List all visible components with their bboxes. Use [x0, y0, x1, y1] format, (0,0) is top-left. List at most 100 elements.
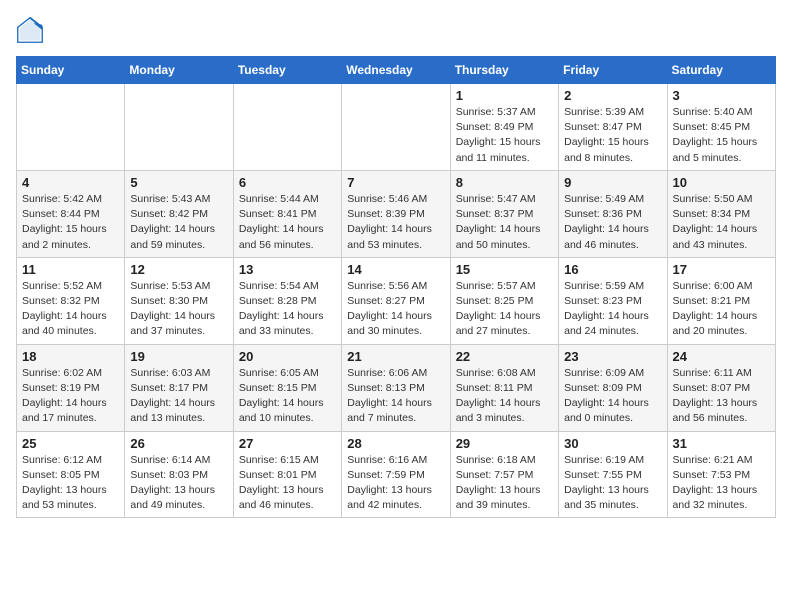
- day-number: 6: [239, 175, 336, 190]
- weekday-header-thursday: Thursday: [450, 57, 558, 84]
- day-number: 4: [22, 175, 119, 190]
- calendar-day-cell: 9 Sunrise: 5:49 AMSunset: 8:36 PMDaylight…: [559, 170, 667, 257]
- day-info: Sunrise: 5:46 AMSunset: 8:39 PMDaylight:…: [347, 192, 444, 253]
- day-number: 23: [564, 349, 661, 364]
- calendar-week-row: 25 Sunrise: 6:12 AMSunset: 8:05 PMDayligh…: [17, 431, 776, 518]
- day-info: Sunrise: 5:42 AMSunset: 8:44 PMDaylight:…: [22, 192, 119, 253]
- calendar-day-cell: 16 Sunrise: 5:59 AMSunset: 8:23 PMDayligh…: [559, 257, 667, 344]
- calendar-day-cell: 24 Sunrise: 6:11 AMSunset: 8:07 PMDayligh…: [667, 344, 775, 431]
- calendar-day-cell: 5 Sunrise: 5:43 AMSunset: 8:42 PMDaylight…: [125, 170, 233, 257]
- day-info: Sunrise: 5:50 AMSunset: 8:34 PMDaylight:…: [673, 192, 770, 253]
- calendar-day-cell: 27Sunrise: 6:15 AMSunset: 8:01 PMDayligh…: [233, 431, 341, 518]
- calendar-day-cell: 18 Sunrise: 6:02 AMSunset: 8:19 PMDayligh…: [17, 344, 125, 431]
- day-info: Sunrise: 6:11 AMSunset: 8:07 PMDaylight:…: [673, 366, 770, 427]
- calendar-empty-cell: [233, 84, 341, 171]
- calendar-day-cell: 25 Sunrise: 6:12 AMSunset: 8:05 PMDayligh…: [17, 431, 125, 518]
- calendar-week-row: 18 Sunrise: 6:02 AMSunset: 8:19 PMDayligh…: [17, 344, 776, 431]
- calendar-day-cell: 17Sunrise: 6:00 AMSunset: 8:21 PMDayligh…: [667, 257, 775, 344]
- day-number: 29: [456, 436, 553, 451]
- calendar-day-cell: 8 Sunrise: 5:47 AMSunset: 8:37 PMDaylight…: [450, 170, 558, 257]
- day-number: 3: [673, 88, 770, 103]
- day-info: Sunrise: 5:49 AMSunset: 8:36 PMDaylight:…: [564, 192, 661, 253]
- day-info: Sunrise: 5:43 AMSunset: 8:42 PMDaylight:…: [130, 192, 227, 253]
- day-info: Sunrise: 6:19 AMSunset: 7:55 PMDaylight:…: [564, 453, 661, 514]
- day-info: Sunrise: 5:54 AMSunset: 8:28 PMDaylight:…: [239, 279, 336, 340]
- day-number: 21: [347, 349, 444, 364]
- calendar-week-row: 11 Sunrise: 5:52 AMSunset: 8:32 PMDayligh…: [17, 257, 776, 344]
- calendar-day-cell: 2 Sunrise: 5:39 AMSunset: 8:47 PMDaylight…: [559, 84, 667, 171]
- calendar-week-row: 1Sunrise: 5:37 AMSunset: 8:49 PMDaylight…: [17, 84, 776, 171]
- day-number: 16: [564, 262, 661, 277]
- day-number: 13: [239, 262, 336, 277]
- weekday-header-friday: Friday: [559, 57, 667, 84]
- day-number: 31: [673, 436, 770, 451]
- calendar-day-cell: 3 Sunrise: 5:40 AMSunset: 8:45 PMDaylight…: [667, 84, 775, 171]
- calendar-empty-cell: [125, 84, 233, 171]
- day-info: Sunrise: 6:14 AMSunset: 8:03 PMDaylight:…: [130, 453, 227, 514]
- calendar-day-cell: 15 Sunrise: 5:57 AMSunset: 8:25 PMDayligh…: [450, 257, 558, 344]
- day-info: Sunrise: 5:53 AMSunset: 8:30 PMDaylight:…: [130, 279, 227, 340]
- day-info: Sunrise: 5:39 AMSunset: 8:47 PMDaylight:…: [564, 105, 661, 166]
- day-info: Sunrise: 5:52 AMSunset: 8:32 PMDaylight:…: [22, 279, 119, 340]
- calendar-day-cell: 30 Sunrise: 6:19 AMSunset: 7:55 PMDayligh…: [559, 431, 667, 518]
- page-header: [16, 16, 776, 44]
- logo: [16, 16, 48, 44]
- day-number: 20: [239, 349, 336, 364]
- calendar-day-cell: 26 Sunrise: 6:14 AMSunset: 8:03 PMDayligh…: [125, 431, 233, 518]
- calendar-empty-cell: [342, 84, 450, 171]
- day-info: Sunrise: 6:12 AMSunset: 8:05 PMDaylight:…: [22, 453, 119, 514]
- day-info: Sunrise: 6:18 AMSunset: 7:57 PMDaylight:…: [456, 453, 553, 514]
- calendar-day-cell: 7 Sunrise: 5:46 AMSunset: 8:39 PMDaylight…: [342, 170, 450, 257]
- day-number: 25: [22, 436, 119, 451]
- day-number: 11: [22, 262, 119, 277]
- day-number: 10: [673, 175, 770, 190]
- calendar-day-cell: 14Sunrise: 5:56 AMSunset: 8:27 PMDayligh…: [342, 257, 450, 344]
- calendar-empty-cell: [17, 84, 125, 171]
- day-number: 12: [130, 262, 227, 277]
- day-info: Sunrise: 5:44 AMSunset: 8:41 PMDaylight:…: [239, 192, 336, 253]
- day-number: 8: [456, 175, 553, 190]
- day-info: Sunrise: 6:03 AMSunset: 8:17 PMDaylight:…: [130, 366, 227, 427]
- calendar-day-cell: 1Sunrise: 5:37 AMSunset: 8:49 PMDaylight…: [450, 84, 558, 171]
- day-number: 14: [347, 262, 444, 277]
- calendar-day-cell: 6 Sunrise: 5:44 AMSunset: 8:41 PMDaylight…: [233, 170, 341, 257]
- weekday-header-saturday: Saturday: [667, 57, 775, 84]
- day-number: 28: [347, 436, 444, 451]
- day-number: 5: [130, 175, 227, 190]
- day-info: Sunrise: 6:16 AMSunset: 7:59 PMDaylight:…: [347, 453, 444, 514]
- day-info: Sunrise: 6:09 AMSunset: 8:09 PMDaylight:…: [564, 366, 661, 427]
- calendar-day-cell: 13 Sunrise: 5:54 AMSunset: 8:28 PMDayligh…: [233, 257, 341, 344]
- day-number: 2: [564, 88, 661, 103]
- weekday-header-sunday: Sunday: [17, 57, 125, 84]
- calendar-day-cell: 19Sunrise: 6:03 AMSunset: 8:17 PMDayligh…: [125, 344, 233, 431]
- calendar-day-cell: 20 Sunrise: 6:05 AMSunset: 8:15 PMDayligh…: [233, 344, 341, 431]
- day-info: Sunrise: 5:47 AMSunset: 8:37 PMDaylight:…: [456, 192, 553, 253]
- calendar-week-row: 4 Sunrise: 5:42 AMSunset: 8:44 PMDaylight…: [17, 170, 776, 257]
- calendar-day-cell: 23 Sunrise: 6:09 AMSunset: 8:09 PMDayligh…: [559, 344, 667, 431]
- calendar-day-cell: 11 Sunrise: 5:52 AMSunset: 8:32 PMDayligh…: [17, 257, 125, 344]
- calendar-day-cell: 28 Sunrise: 6:16 AMSunset: 7:59 PMDayligh…: [342, 431, 450, 518]
- day-info: Sunrise: 6:00 AMSunset: 8:21 PMDaylight:…: [673, 279, 770, 340]
- day-number: 1: [456, 88, 553, 103]
- day-number: 7: [347, 175, 444, 190]
- day-info: Sunrise: 5:57 AMSunset: 8:25 PMDaylight:…: [456, 279, 553, 340]
- calendar-day-cell: 29 Sunrise: 6:18 AMSunset: 7:57 PMDayligh…: [450, 431, 558, 518]
- weekday-header-monday: Monday: [125, 57, 233, 84]
- day-number: 24: [673, 349, 770, 364]
- day-number: 27: [239, 436, 336, 451]
- calendar-day-cell: 10 Sunrise: 5:50 AMSunset: 8:34 PMDayligh…: [667, 170, 775, 257]
- day-info: Sunrise: 5:40 AMSunset: 8:45 PMDaylight:…: [673, 105, 770, 166]
- calendar-day-cell: 4 Sunrise: 5:42 AMSunset: 8:44 PMDaylight…: [17, 170, 125, 257]
- day-number: 9: [564, 175, 661, 190]
- day-number: 15: [456, 262, 553, 277]
- day-info: Sunrise: 6:06 AMSunset: 8:13 PMDaylight:…: [347, 366, 444, 427]
- day-info: Sunrise: 6:02 AMSunset: 8:19 PMDaylight:…: [22, 366, 119, 427]
- calendar-day-cell: 22Sunrise: 6:08 AMSunset: 8:11 PMDayligh…: [450, 344, 558, 431]
- day-number: 18: [22, 349, 119, 364]
- calendar-table: SundayMondayTuesdayWednesdayThursdayFrid…: [16, 56, 776, 518]
- day-number: 30: [564, 436, 661, 451]
- day-number: 26: [130, 436, 227, 451]
- day-number: 22: [456, 349, 553, 364]
- day-info: Sunrise: 6:05 AMSunset: 8:15 PMDaylight:…: [239, 366, 336, 427]
- day-info: Sunrise: 5:59 AMSunset: 8:23 PMDaylight:…: [564, 279, 661, 340]
